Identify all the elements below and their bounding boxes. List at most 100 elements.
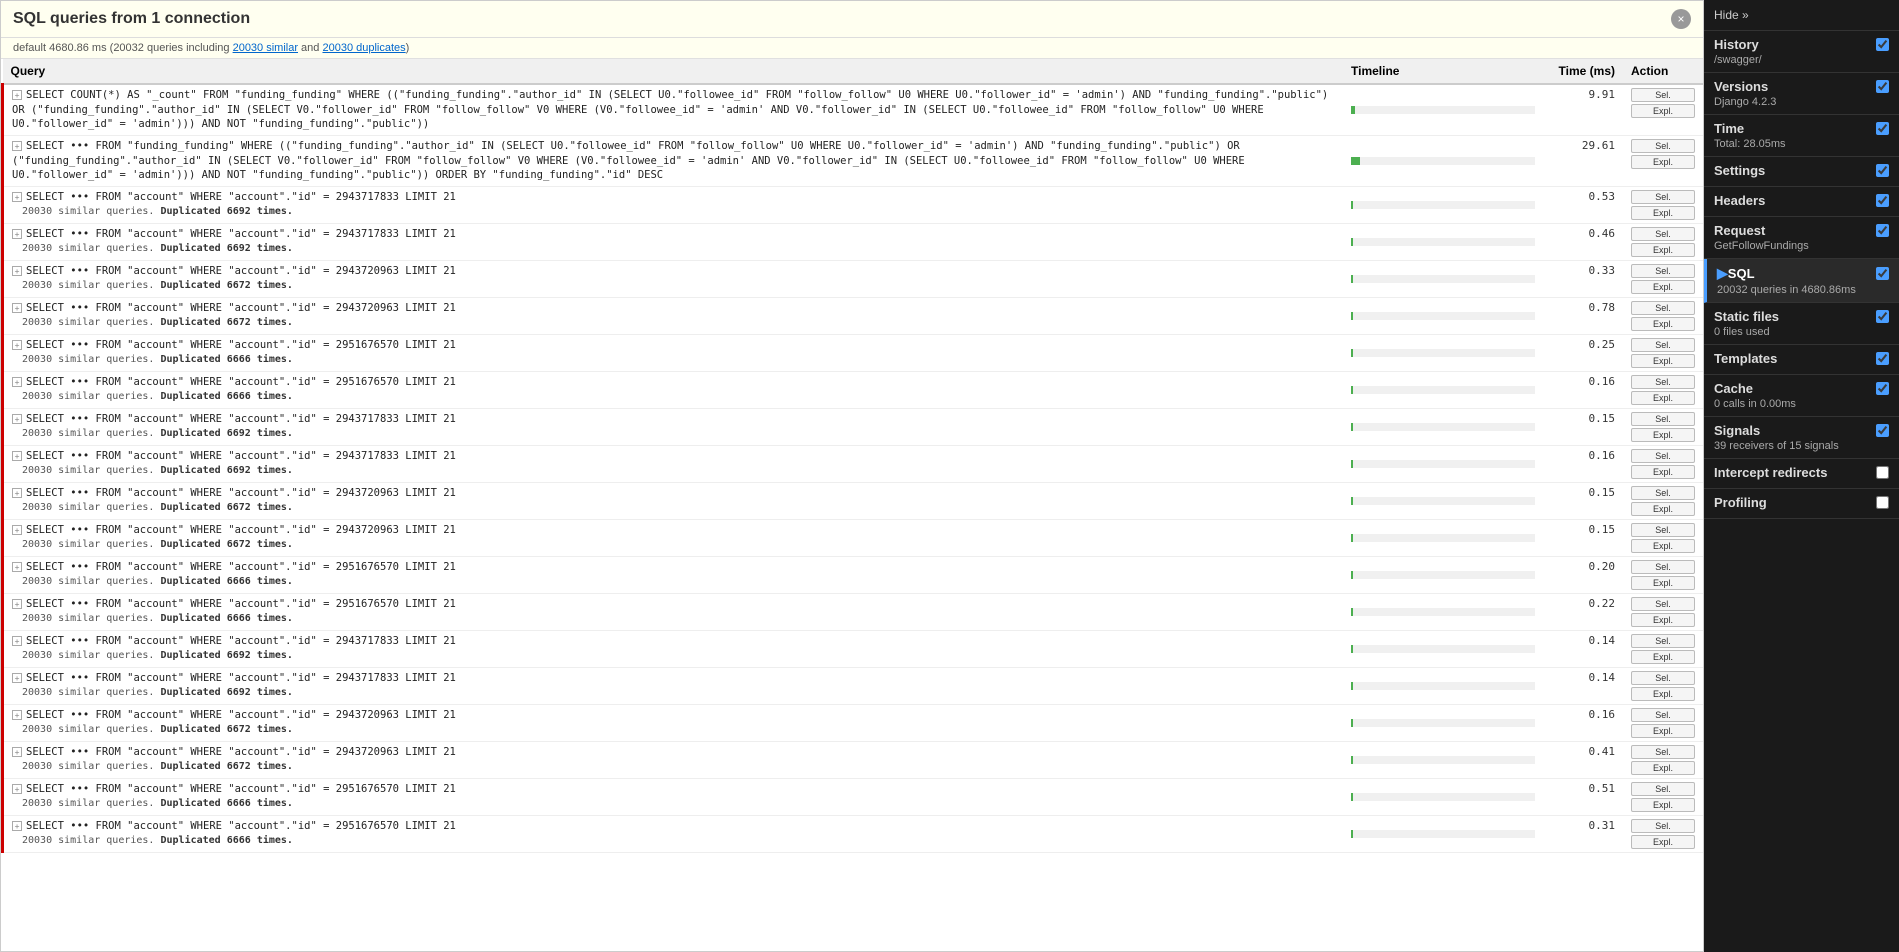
rp-checkbox-signals[interactable] — [1876, 424, 1889, 437]
explain-button[interactable]: Expl. — [1631, 835, 1695, 849]
explain-button[interactable]: Expl. — [1631, 576, 1695, 590]
sql-text: SELECT COUNT(*) AS "_count" FROM "fundin… — [12, 89, 1328, 130]
select-button[interactable]: Sel. — [1631, 139, 1695, 153]
explain-button[interactable]: Expl. — [1631, 613, 1695, 627]
explain-button[interactable]: Expl. — [1631, 206, 1695, 220]
select-button[interactable]: Sel. — [1631, 486, 1695, 500]
duplicated-text: Duplicated 6666 times. — [160, 835, 292, 846]
query-cell: +SELECT ••• FROM "account" WHERE "accoun… — [3, 779, 1344, 816]
explain-button[interactable]: Expl. — [1631, 761, 1695, 775]
query-cell: +SELECT ••• FROM "account" WHERE "accoun… — [3, 446, 1344, 483]
select-button[interactable]: Sel. — [1631, 264, 1695, 278]
sql-text: SELECT ••• FROM "account" WHERE "account… — [26, 487, 456, 499]
time-cell: 9.91 — [1543, 84, 1623, 136]
explain-button[interactable]: Expl. — [1631, 798, 1695, 812]
query-sub-info: 20030 similar queries. Duplicated 6672 t… — [12, 723, 1335, 737]
similar-text: 20030 similar queries. — [22, 391, 160, 402]
explain-button[interactable]: Expl. — [1631, 391, 1695, 405]
hide-button[interactable]: Hide » — [1714, 8, 1749, 22]
explain-button[interactable]: Expl. — [1631, 354, 1695, 368]
rp-section-versions[interactable]: VersionsDjango 4.2.3 — [1704, 73, 1899, 115]
rp-section-signals[interactable]: Signals39 receivers of 15 signals — [1704, 417, 1899, 459]
select-button[interactable]: Sel. — [1631, 560, 1695, 574]
summary-similar-link[interactable]: 20030 similar — [233, 42, 298, 54]
select-button[interactable]: Sel. — [1631, 338, 1695, 352]
rp-section-static_files[interactable]: Static files0 files used — [1704, 303, 1899, 345]
rp-section-profiling[interactable]: Profiling — [1704, 489, 1899, 519]
timeline-cell — [1343, 520, 1543, 557]
timeline-cell — [1343, 372, 1543, 409]
time-cell: 0.31 — [1543, 816, 1623, 853]
select-button[interactable]: Sel. — [1631, 190, 1695, 204]
select-button[interactable]: Sel. — [1631, 88, 1695, 102]
similar-text: 20030 similar queries. — [22, 465, 160, 476]
timeline-bar-wrap — [1351, 349, 1535, 357]
close-button[interactable]: × — [1671, 9, 1691, 29]
action-buttons: Sel. Expl. — [1631, 708, 1695, 738]
timeline-cell — [1343, 483, 1543, 520]
duplicated-text: Duplicated 6666 times. — [160, 391, 292, 402]
explain-button[interactable]: Expl. — [1631, 104, 1695, 118]
explain-button[interactable]: Expl. — [1631, 502, 1695, 516]
rp-checkbox-cache[interactable] — [1876, 382, 1889, 395]
rp-checkbox-profiling[interactable] — [1876, 496, 1889, 509]
select-button[interactable]: Sel. — [1631, 819, 1695, 833]
select-button[interactable]: Sel. — [1631, 449, 1695, 463]
rp-checkbox-headers[interactable] — [1876, 194, 1889, 207]
table-row: +SELECT COUNT(*) AS "_count" FROM "fundi… — [3, 84, 1704, 136]
rp-checkbox-templates[interactable] — [1876, 352, 1889, 365]
select-button[interactable]: Sel. — [1631, 301, 1695, 315]
action-cell: Sel. Expl. — [1623, 136, 1703, 187]
select-button[interactable]: Sel. — [1631, 412, 1695, 426]
action-cell: Sel. Expl. — [1623, 224, 1703, 261]
rp-section-subtitle-time: Total: 28.05ms — [1714, 138, 1889, 150]
explain-button[interactable]: Expl. — [1631, 465, 1695, 479]
similar-text: 20030 similar queries. — [22, 761, 160, 772]
timeline-bar-wrap — [1351, 201, 1535, 209]
rp-section-label-versions: Versions — [1714, 79, 1876, 94]
rp-checkbox-static_files[interactable] — [1876, 310, 1889, 323]
rp-section-intercept_redirects[interactable]: Intercept redirects — [1704, 459, 1899, 489]
explain-button[interactable]: Expl. — [1631, 687, 1695, 701]
rp-section-templates[interactable]: Templates — [1704, 345, 1899, 375]
explain-button[interactable]: Expl. — [1631, 650, 1695, 664]
select-button[interactable]: Sel. — [1631, 782, 1695, 796]
rp-checkbox-history[interactable] — [1876, 38, 1889, 51]
rp-section-subtitle-signals: 39 receivers of 15 signals — [1714, 440, 1889, 452]
explain-button[interactable]: Expl. — [1631, 155, 1695, 169]
rp-section-cache[interactable]: Cache0 calls in 0.00ms — [1704, 375, 1899, 417]
rp-section-time[interactable]: TimeTotal: 28.05ms — [1704, 115, 1899, 157]
explain-button[interactable]: Expl. — [1631, 280, 1695, 294]
select-button[interactable]: Sel. — [1631, 523, 1695, 537]
select-button[interactable]: Sel. — [1631, 375, 1695, 389]
timeline-bar-wrap — [1351, 106, 1535, 114]
rp-section-request[interactable]: RequestGetFollowFundings — [1704, 217, 1899, 259]
sql-text: SELECT ••• FROM "account" WHERE "account… — [26, 228, 456, 240]
select-button[interactable]: Sel. — [1631, 745, 1695, 759]
explain-button[interactable]: Expl. — [1631, 724, 1695, 738]
similar-text: 20030 similar queries. — [22, 687, 160, 698]
rp-section-history[interactable]: History/swagger/ — [1704, 31, 1899, 73]
rp-section-settings[interactable]: Settings — [1704, 157, 1899, 187]
select-button[interactable]: Sel. — [1631, 634, 1695, 648]
rp-checkbox-request[interactable] — [1876, 224, 1889, 237]
explain-button[interactable]: Expl. — [1631, 428, 1695, 442]
rp-checkbox-versions[interactable] — [1876, 80, 1889, 93]
rp-checkbox-intercept_redirects[interactable] — [1876, 466, 1889, 479]
select-button[interactable]: Sel. — [1631, 671, 1695, 685]
rp-checkbox-time[interactable] — [1876, 122, 1889, 135]
explain-button[interactable]: Expl. — [1631, 539, 1695, 553]
explain-button[interactable]: Expl. — [1631, 243, 1695, 257]
rp-checkbox-sql[interactable] — [1876, 267, 1889, 280]
action-cell: Sel. Expl. — [1623, 668, 1703, 705]
rp-checkbox-settings[interactable] — [1876, 164, 1889, 177]
rp-section-sql[interactable]: ▶ SQL20032 queries in 4680.86ms — [1704, 259, 1899, 303]
summary-duplicates-link[interactable]: 20030 duplicates — [322, 42, 405, 54]
select-button[interactable]: Sel. — [1631, 597, 1695, 611]
select-button[interactable]: Sel. — [1631, 227, 1695, 241]
rp-section-headers[interactable]: Headers — [1704, 187, 1899, 217]
select-button[interactable]: Sel. — [1631, 708, 1695, 722]
explain-button[interactable]: Expl. — [1631, 317, 1695, 331]
rp-section-title-static_files: Static files — [1714, 309, 1889, 324]
timeline-cell — [1343, 705, 1543, 742]
